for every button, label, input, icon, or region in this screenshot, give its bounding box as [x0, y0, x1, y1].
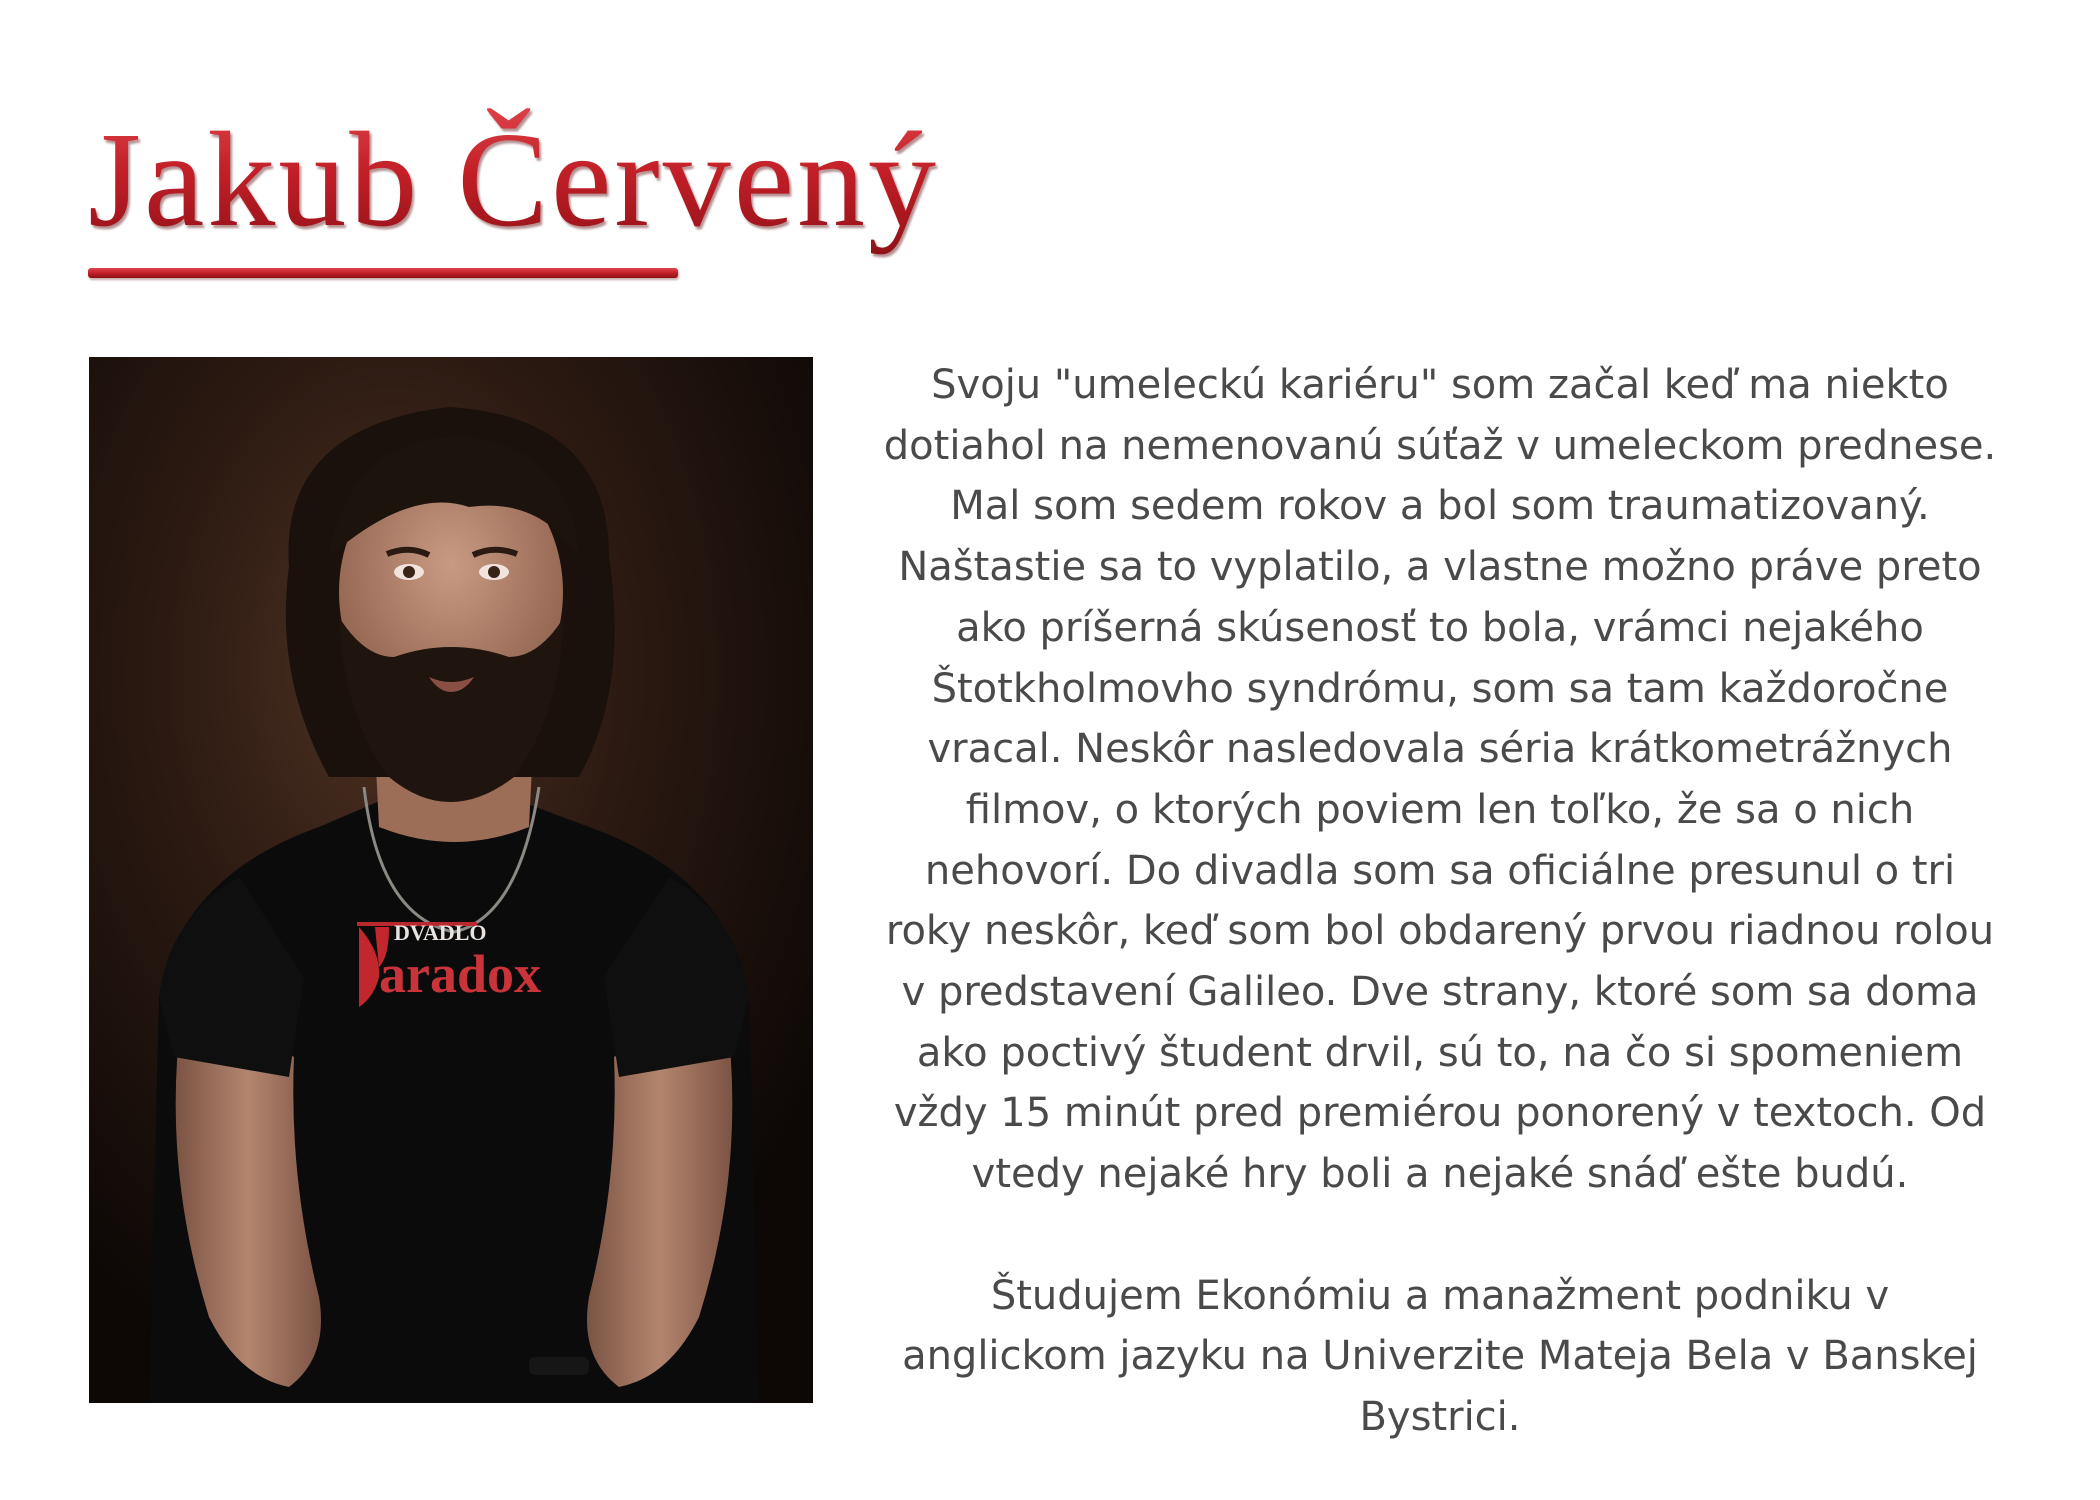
bio-line: ako poctivý študent drvil, sú to, na čo …: [916, 1029, 1964, 1076]
bio-line: vracal. Neskôr nasledovala séria krátkom…: [927, 726, 1953, 773]
bio-line: vtedy nejaké hry boli a nejaké snáď ešte…: [971, 1151, 1909, 1198]
bio-text: Svoju "umeleckú kariéru" som začal keď m…: [870, 355, 2010, 1448]
bio-paragraph-1: Svoju "umeleckú kariéru" som začal keď m…: [870, 355, 2010, 1205]
portrait-photo: DVADLO aradox: [89, 357, 813, 1403]
bio-paragraph-2: Študujem Ekonómiu a manažment podniku v a…: [870, 1266, 2010, 1448]
bio-line: ako príšerná skúsenosť to bola, vrámci n…: [956, 604, 1924, 651]
bio-line: Štotkholmovho syndrómu, som sa tam každo…: [931, 665, 1949, 712]
bio-line: Mal som sedem rokov a bol som traumatizo…: [950, 483, 1930, 530]
bio-line: filmov, o ktorých poviem len toľko, že s…: [965, 786, 1915, 833]
bio-line: dotiahol na nemenovanú súťaž v umeleckom…: [883, 422, 1997, 469]
shirt-print-small: DVADLO: [394, 920, 487, 945]
page-title: Jakub Červený: [88, 100, 939, 260]
bio-line: Bystrici.: [1359, 1393, 1521, 1440]
bio-line: Študujem Ekonómiu a manažment podniku v: [990, 1272, 1890, 1319]
shirt-print-large: aradox: [379, 944, 541, 1004]
bio-line: anglickom jazyku na Univerzite Mateja Be…: [902, 1333, 1978, 1380]
bio-line: vždy 15 minút pred premiérou ponorený v …: [893, 1090, 1987, 1137]
title-underline: [88, 268, 678, 278]
bio-line: roky neskôr, keď som bol obdarený prvou …: [885, 908, 1995, 955]
portrait-illustration: DVADLO aradox: [89, 357, 813, 1403]
bio-line: nehovorí. Do divadla som sa oficiálne pr…: [924, 847, 1956, 894]
bio-line: Naštastie sa to vyplatilo, a vlastne mož…: [898, 544, 1982, 591]
bio-line: v predstavení Galileo. Dve strany, ktoré…: [901, 969, 1979, 1016]
bio-line: Svoju "umeleckú kariéru" som začal keď m…: [931, 362, 1949, 408]
page: Jakub Červený DVADLO aradox Svoju "umele…: [0, 0, 2100, 1500]
wristband: [529, 1357, 589, 1375]
